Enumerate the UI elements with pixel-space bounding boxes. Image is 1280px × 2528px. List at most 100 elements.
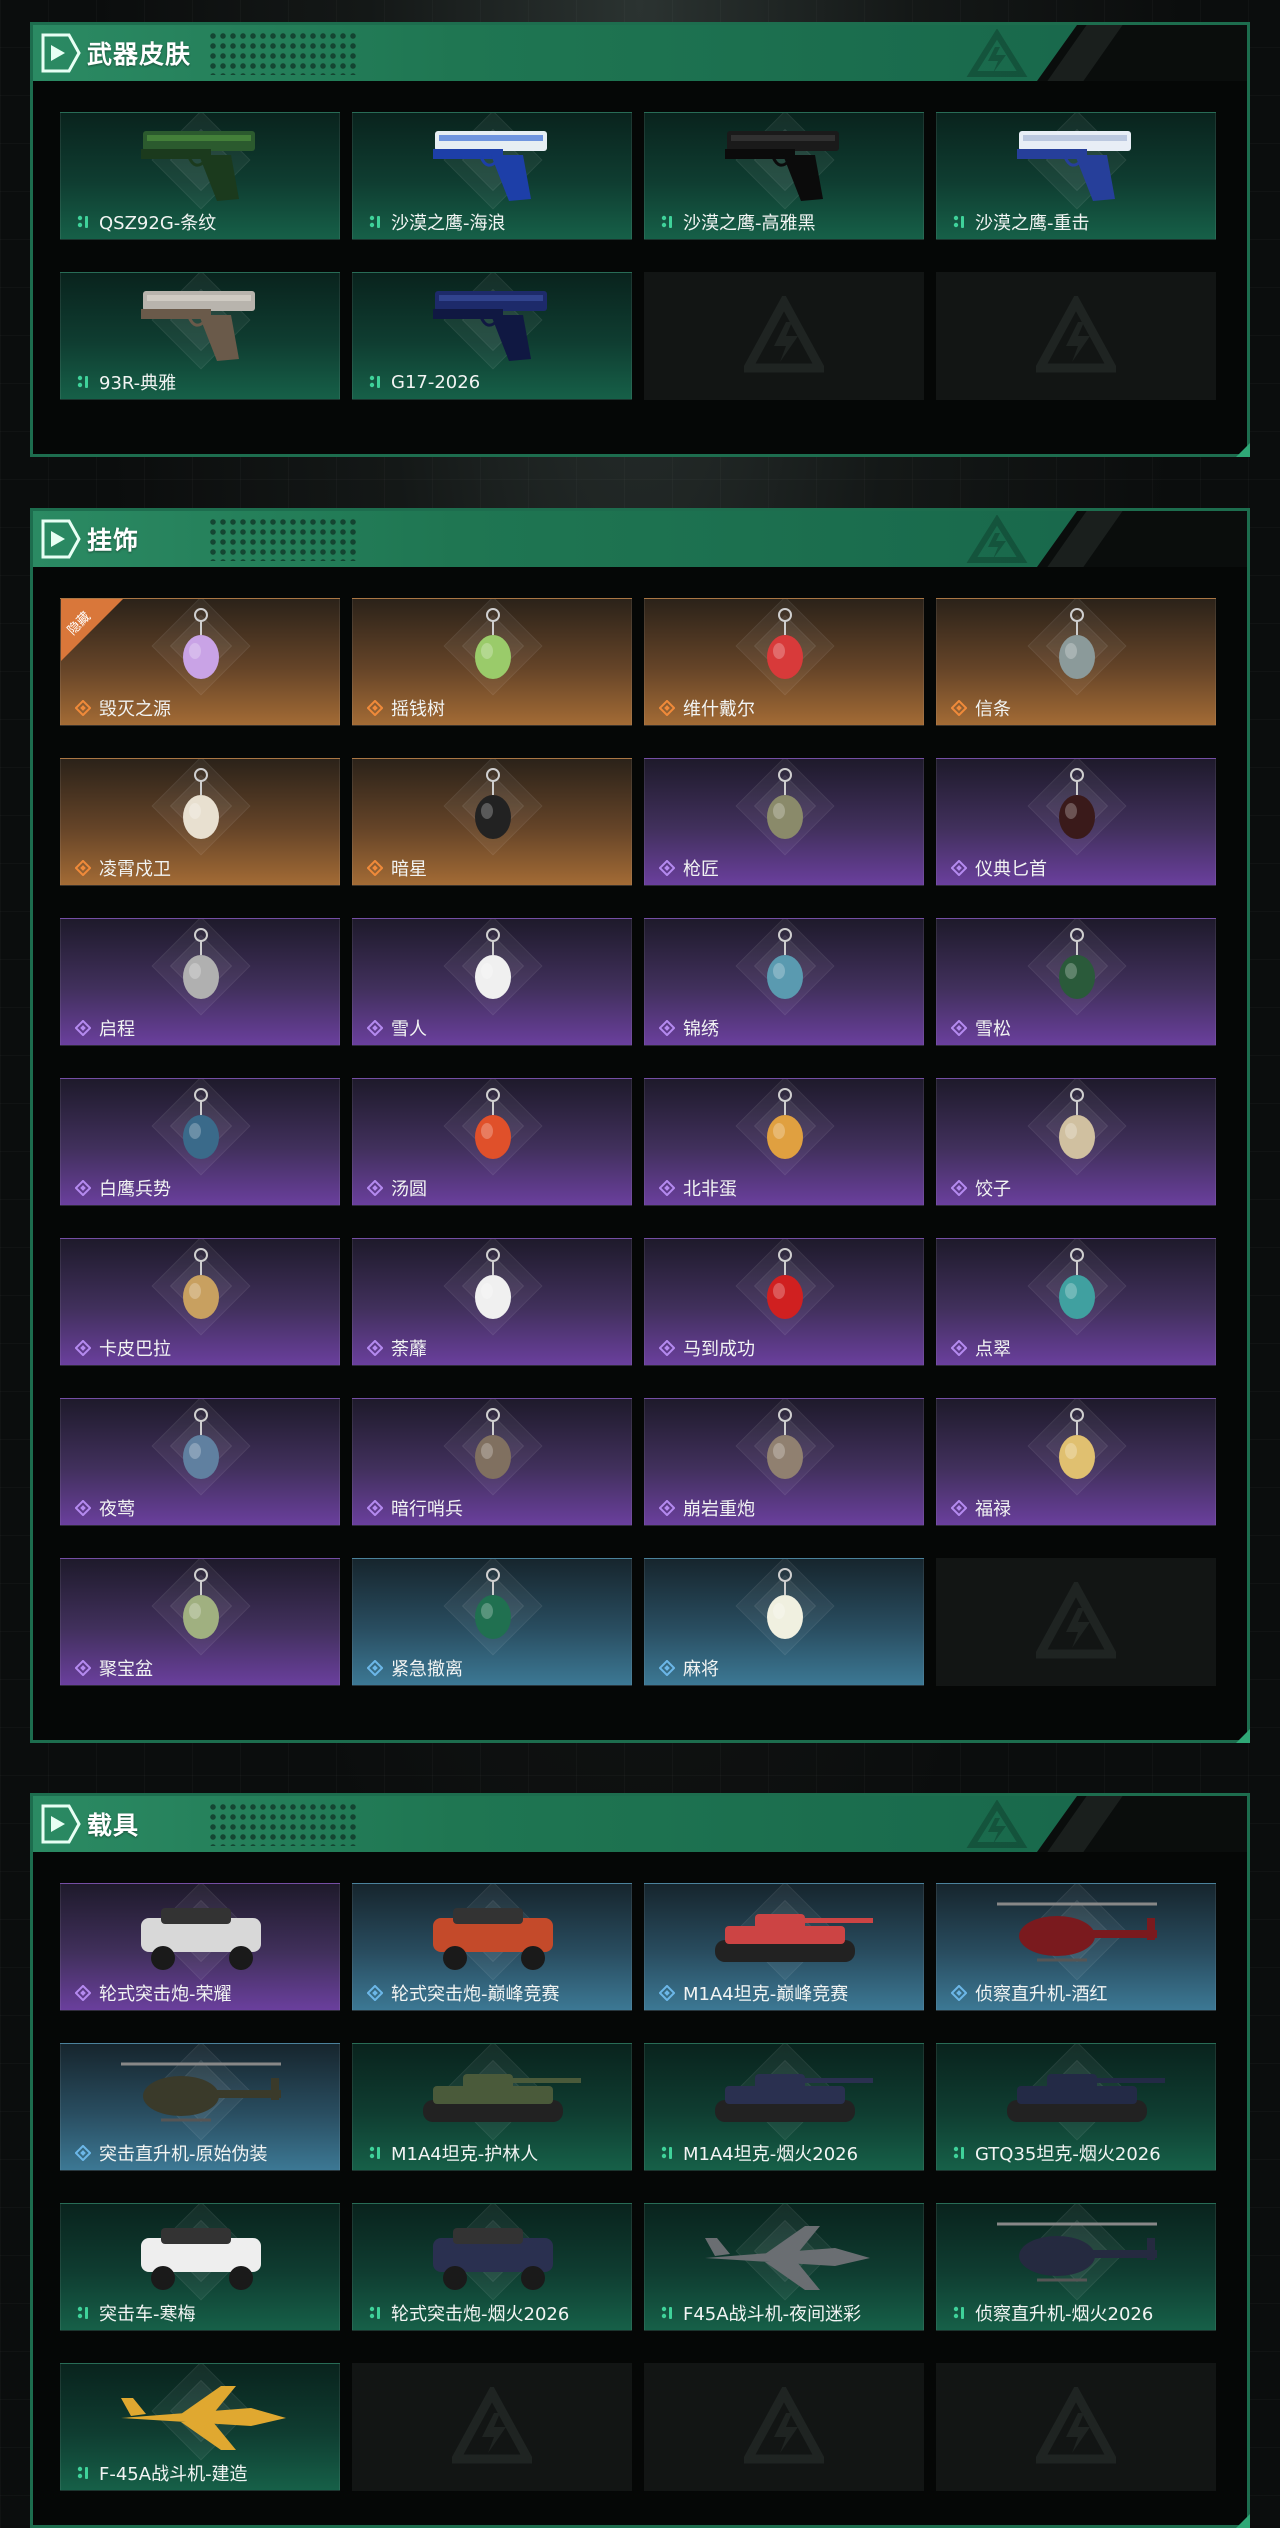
play-arrow-icon: [41, 33, 81, 73]
item-name: 突击车-寒梅: [99, 2304, 196, 2325]
charms-item-card[interactable]: 暗行哨兵: [352, 1398, 632, 1526]
item-label-row: 雪松: [951, 1017, 1011, 1040]
charms-item-card[interactable]: 隐藏 毁灭之源: [60, 598, 340, 726]
item-name: G17-2026: [391, 371, 481, 393]
vehicles-item-card[interactable]: 轮式突击炮-烟火2026: [352, 2203, 632, 2331]
vehicles-item-card[interactable]: 突击直升机-原始伪装: [60, 2043, 340, 2171]
item-label-row: 暗行哨兵: [367, 1497, 463, 1520]
charms-item-card[interactable]: 暗星: [352, 758, 632, 886]
vehicles-item-card[interactable]: 侦察直升机-酒红: [936, 1883, 1216, 2011]
green-rarity-icon: [953, 2306, 964, 2319]
charms-item-card[interactable]: 雪松: [936, 918, 1216, 1046]
buggy-image: [141, 1908, 261, 1970]
charm-image: [475, 1248, 511, 1319]
vehicles-item-card[interactable]: F45A战斗机-夜间迷彩: [644, 2203, 924, 2331]
pistol-white-blue-image: [1017, 131, 1131, 201]
charms-item-card[interactable]: 紧急撤离: [352, 1558, 632, 1686]
item-label-row: 卡皮巴拉: [75, 1337, 171, 1360]
item-name: 凌霄戍卫: [99, 859, 171, 880]
charms-item-card[interactable]: 卡皮巴拉: [60, 1238, 340, 1366]
charm-image: [475, 1408, 511, 1479]
vehicles-item-card[interactable]: F-45A战斗机-建造: [60, 2363, 340, 2491]
item-label-row: M1A4坦克-巅峰竞赛: [659, 1982, 848, 2005]
charms-item-card[interactable]: 点翠: [936, 1238, 1216, 1366]
item-label-row: 白鹰兵势: [75, 1177, 171, 1200]
vehicles-item-card[interactable]: GTQ35坦克-烟火2026: [936, 2043, 1216, 2171]
charms-item-card[interactable]: 维什戴尔: [644, 598, 924, 726]
header-bolt-icon: [966, 515, 1028, 563]
charms-item-card[interactable]: 枪匠: [644, 758, 924, 886]
charm-image: [767, 1568, 803, 1639]
vehicles-item-card[interactable]: M1A4坦克-巅峰竞赛: [644, 1883, 924, 2011]
charms-item-card[interactable]: 夜莺: [60, 1398, 340, 1526]
weapons-item-card[interactable]: G17-2026: [352, 272, 632, 400]
empty-slot: [644, 2363, 924, 2491]
weapons-item-card[interactable]: QSZ92G-条纹: [60, 112, 340, 240]
charms-item-card[interactable]: 崩岩重炮: [644, 1398, 924, 1526]
pistol-navy-image: [433, 291, 547, 361]
blue-rarity-icon: [659, 1985, 675, 2001]
heli-red-image: [997, 1902, 1157, 1962]
charm-image: [767, 1088, 803, 1159]
charms-item-card[interactable]: 凌霄戍卫: [60, 758, 340, 886]
weapons-item-card[interactable]: 沙漠之鹰-海浪: [352, 112, 632, 240]
orange-rarity-icon: [951, 700, 967, 716]
charms-item-card[interactable]: 马到成功: [644, 1238, 924, 1366]
charms-item-card[interactable]: 汤圆: [352, 1078, 632, 1206]
weapons-item-card[interactable]: 沙漠之鹰-高雅黑: [644, 112, 924, 240]
item-name: 轮式突击炮-烟火2026: [391, 2304, 570, 2325]
charms-item-card[interactable]: 聚宝盆: [60, 1558, 340, 1686]
section-header: 载具: [33, 1796, 1247, 1852]
buggy-navy-image: [433, 2228, 553, 2290]
item-label-row: 沙漠之鹰-海浪: [367, 211, 506, 234]
charms-item-card[interactable]: 北非蛋: [644, 1078, 924, 1206]
item-label-row: 启程: [75, 1017, 135, 1040]
item-label-row: 麻将: [659, 1657, 719, 1680]
charms-item-card[interactable]: 启程: [60, 918, 340, 1046]
weapons-item-card[interactable]: 沙漠之鹰-重击: [936, 112, 1216, 240]
vehicles-item-card[interactable]: 突击车-寒梅: [60, 2203, 340, 2331]
charms-item-card[interactable]: 荼蘼: [352, 1238, 632, 1366]
vehicles-item-card[interactable]: M1A4坦克-烟火2026: [644, 2043, 924, 2171]
empty-slot: [352, 2363, 632, 2491]
item-name: 点翠: [975, 1339, 1011, 1360]
charms-section: 挂饰 隐藏 毁灭之源 摇钱树 维什戴尔 信条 凌霄戍卫 暗星 枪匠 仪典匕首 启…: [30, 508, 1250, 1743]
vehicles-item-card[interactable]: M1A4坦克-护林人: [352, 2043, 632, 2171]
charm-image: [475, 1568, 511, 1639]
apc-white-image: [141, 2228, 261, 2290]
weapon-skins-section: 武器皮肤 QSZ92G-条纹 沙漠之鹰-海浪 沙漠之鹰-高雅黑 沙漠之鹰-重击 …: [30, 22, 1250, 457]
item-name: 荼蘼: [391, 1339, 427, 1360]
charms-item-card[interactable]: 麻将: [644, 1558, 924, 1686]
item-label-row: 突击直升机-原始伪装: [75, 2142, 268, 2165]
charms-item-card[interactable]: 白鹰兵势: [60, 1078, 340, 1206]
green-rarity-icon: [661, 215, 672, 228]
weapons-item-card[interactable]: 93R-典雅: [60, 272, 340, 400]
charms-item-card[interactable]: 摇钱树: [352, 598, 632, 726]
item-name: 维什戴尔: [683, 699, 755, 720]
empty-slot: [936, 2363, 1216, 2491]
charms-item-card[interactable]: 饺子: [936, 1078, 1216, 1206]
section-title-wrap: 武器皮肤: [33, 25, 191, 81]
green-rarity-icon: [77, 2466, 88, 2479]
item-label-row: 凌霄戍卫: [75, 857, 171, 880]
header-dark-stripe: [1037, 511, 1247, 567]
charms-item-card[interactable]: 仪典匕首: [936, 758, 1216, 886]
vehicles-item-card[interactable]: 侦察直升机-烟火2026: [936, 2203, 1216, 2331]
purple-rarity-icon: [659, 1340, 675, 1356]
vehicles-item-card[interactable]: 轮式突击炮-荣耀: [60, 1883, 340, 2011]
item-label-row: 点翠: [951, 1337, 1011, 1360]
charms-item-card[interactable]: 信条: [936, 598, 1216, 726]
vehicles-item-card[interactable]: 轮式突击炮-巅峰竞赛: [352, 1883, 632, 2011]
charms-item-card[interactable]: 福禄: [936, 1398, 1216, 1526]
heli-navy-image: [997, 2222, 1157, 2282]
charm-image: [183, 1408, 219, 1479]
item-label-row: F45A战斗机-夜间迷彩: [659, 2302, 861, 2325]
item-label-row: 毁灭之源: [75, 697, 171, 720]
purple-rarity-icon: [951, 1500, 967, 1516]
charms-item-card[interactable]: 锦绣: [644, 918, 924, 1046]
charms-item-card[interactable]: 雪人: [352, 918, 632, 1046]
item-label-row: 崩岩重炮: [659, 1497, 755, 1520]
item-label-row: 轮式突击炮-烟火2026: [367, 2302, 570, 2325]
section-header: 武器皮肤: [33, 25, 1247, 81]
item-name: 聚宝盆: [99, 1659, 153, 1680]
